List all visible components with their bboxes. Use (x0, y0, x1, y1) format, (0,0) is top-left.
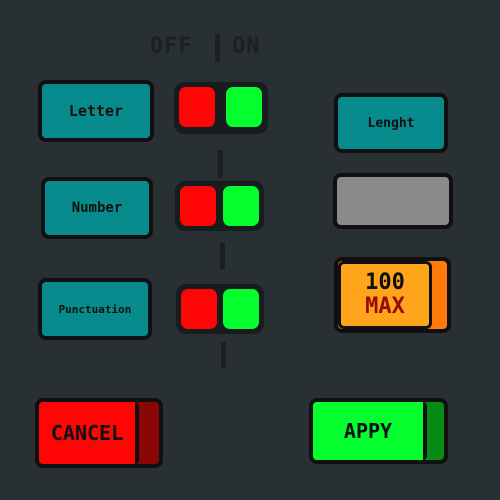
length-label: Lenght (367, 115, 415, 131)
letter-option-label: Letter (68, 102, 124, 120)
number-toggle[interactable] (175, 181, 264, 231)
punctuation-option-label: Punctuation (58, 302, 132, 316)
letter-toggle[interactable] (174, 82, 268, 134)
length-input[interactable] (333, 173, 453, 229)
apply-button-label: APPY (343, 419, 393, 443)
on-column-label: ON (232, 34, 261, 59)
cancel-button-label: CANCEL (50, 421, 124, 445)
length-button[interactable]: Lenght (334, 93, 448, 153)
number-option-label: Number (71, 200, 123, 216)
toggle-divider (221, 342, 226, 368)
number-on-switch[interactable] (223, 186, 259, 226)
apply-button[interactable]: APPY (309, 398, 448, 464)
letter-on-switch[interactable] (226, 87, 262, 127)
max-indicator: 100 MAX (334, 257, 451, 333)
max-label: MAX (365, 294, 405, 319)
letter-option-button[interactable]: Letter (38, 80, 154, 142)
number-off-switch[interactable] (180, 186, 216, 226)
letter-off-switch[interactable] (179, 87, 215, 127)
max-indicator-face: 100 MAX (338, 261, 432, 329)
toggle-divider (220, 243, 225, 269)
header-divider (215, 34, 220, 62)
punctuation-option-button[interactable]: Punctuation (38, 278, 152, 340)
number-option-button[interactable]: Number (41, 177, 153, 239)
off-column-label: OFF (150, 34, 193, 59)
max-value: 100 (365, 270, 405, 295)
cancel-button[interactable]: CANCEL (35, 398, 163, 468)
toggle-divider (218, 150, 223, 178)
apply-button-face: APPY (313, 402, 427, 460)
punctuation-toggle[interactable] (176, 284, 264, 334)
cancel-button-face: CANCEL (39, 402, 139, 464)
punctuation-off-switch[interactable] (181, 289, 217, 329)
punctuation-on-switch[interactable] (223, 289, 259, 329)
